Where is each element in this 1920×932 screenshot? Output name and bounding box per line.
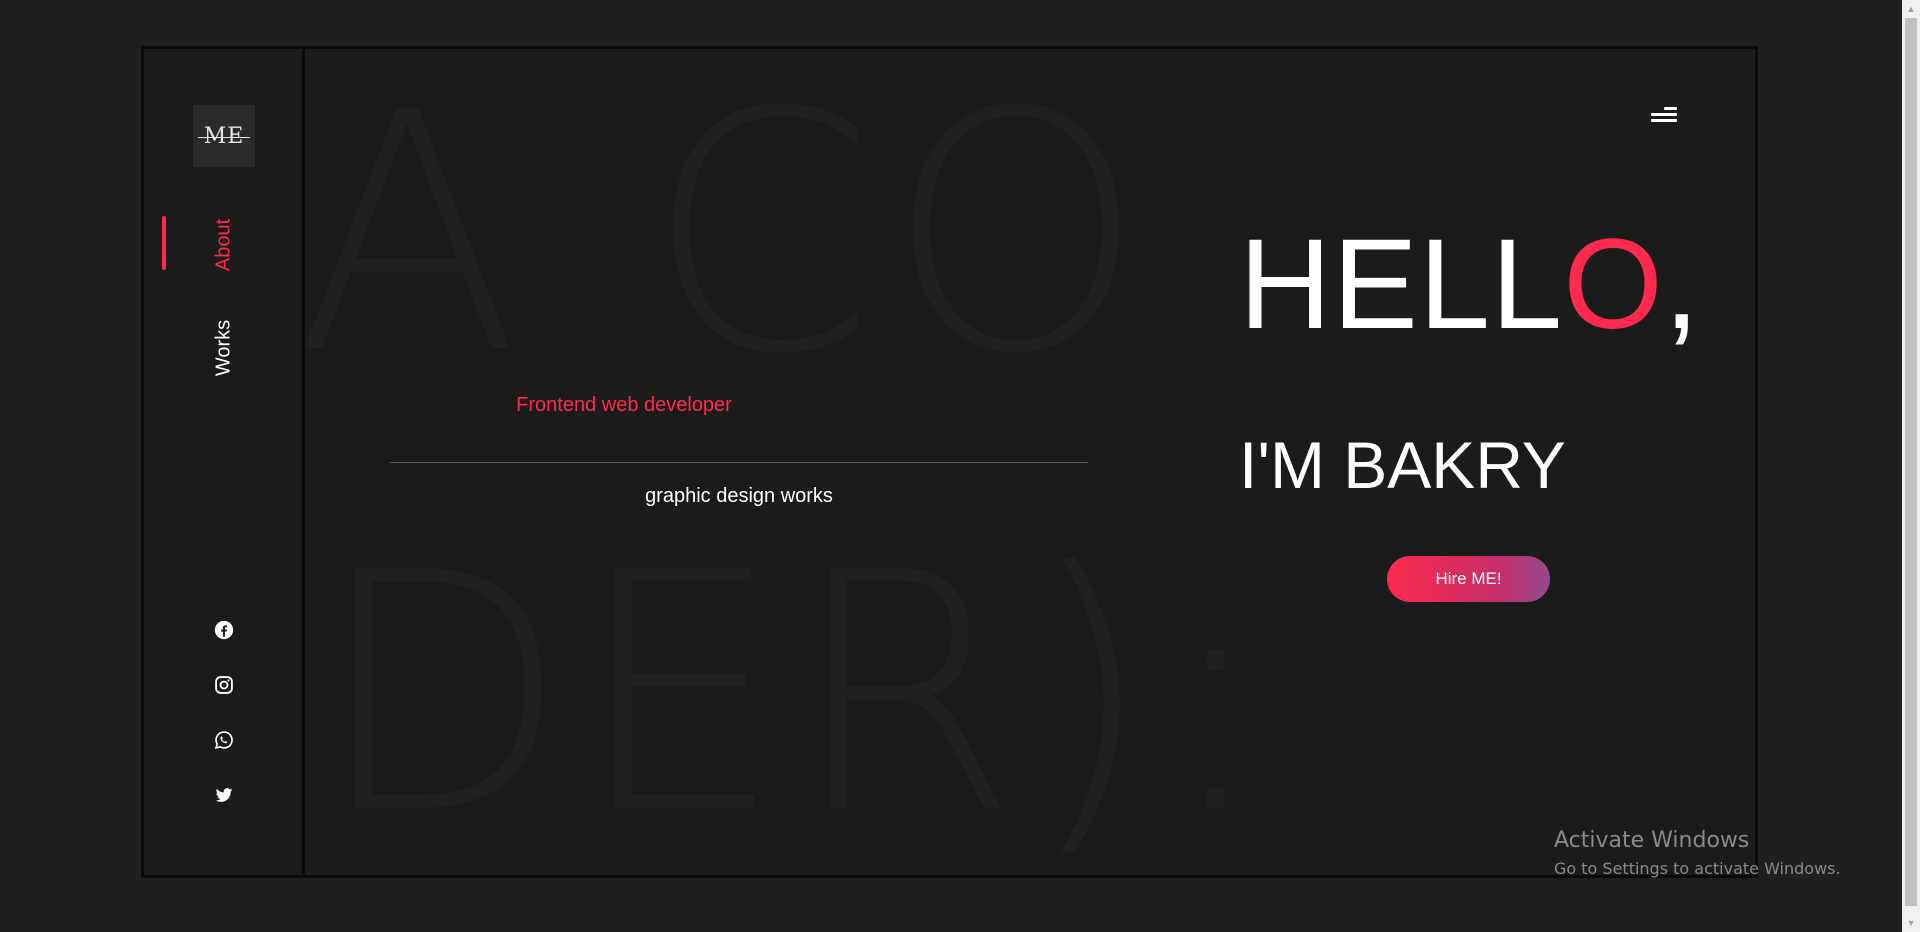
scroll-up-icon[interactable]: ▲ [1902,0,1920,18]
hello-heading: HELLO, [1239,221,1700,349]
vertical-scrollbar[interactable]: ▲ ▼ [1902,0,1920,932]
twitter-icon[interactable] [211,782,237,808]
nav-active-indicator [162,216,166,270]
role-label: Frontend web developer [516,394,732,416]
nav-item-about[interactable]: About [213,219,236,271]
hire-me-button[interactable]: Hire ME! [1387,556,1550,602]
hello-text: HELL [1239,213,1564,356]
instagram-icon[interactable] [211,672,237,698]
background-text-line1: A CO [295,46,1156,426]
name-heading: I'M BAKRY [1239,428,1566,502]
scrollbar-thumb[interactable] [1905,18,1917,906]
background-text-line2: DER): [315,502,1277,878]
nav-item-works[interactable]: Works [213,320,236,376]
main-content: A CO DER): Frontend web developer graphi… [295,49,1755,878]
logo-text: ME [197,123,250,149]
divider [390,462,1088,463]
page-frame: ME About Works A CO DER): Frontend web d… [141,46,1758,878]
scroll-down-icon[interactable]: ▼ [1902,914,1920,932]
hello-comma: , [1663,213,1701,356]
logo[interactable]: ME [193,105,255,167]
facebook-icon[interactable] [211,617,237,643]
sidebar: ME About Works [144,49,305,875]
hello-accent-letter: O [1563,213,1664,356]
whatsapp-icon[interactable] [211,727,237,753]
subtitle-label: graphic design works [645,485,833,507]
menu-icon[interactable] [1649,105,1677,127]
